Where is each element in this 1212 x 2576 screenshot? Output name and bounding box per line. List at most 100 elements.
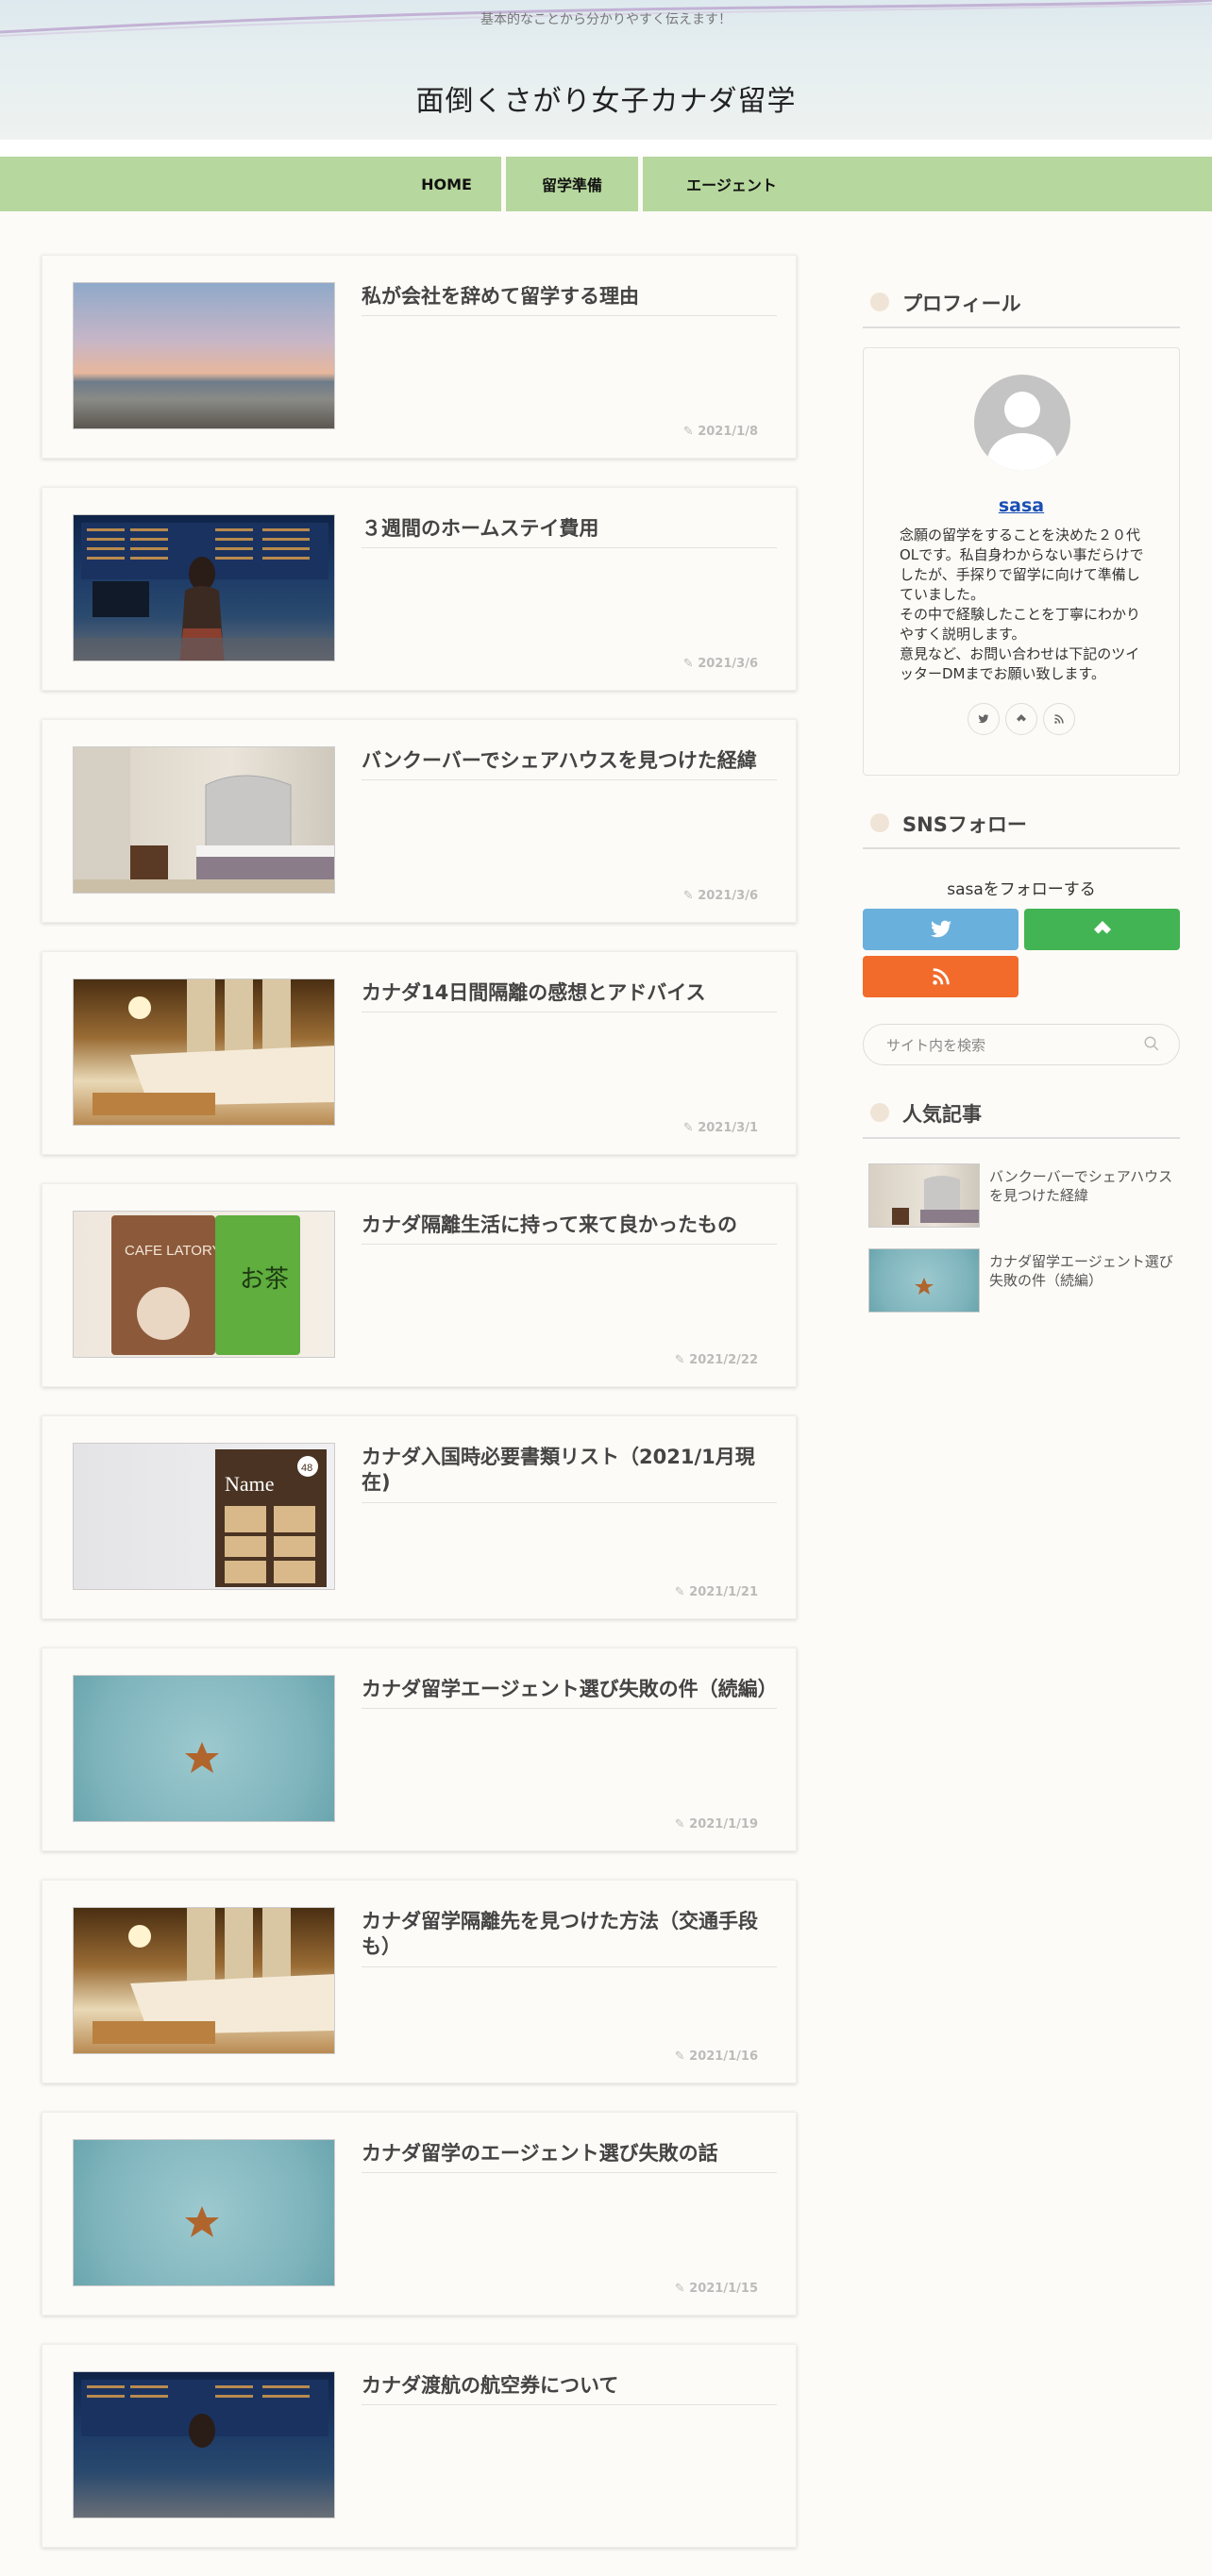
follow-text: sasaをフォローする <box>947 880 1096 899</box>
global-nav: HOME 留学準備 エージェント <box>0 157 1212 211</box>
pencil-icon: ✎ <box>674 2282 690 2296</box>
post-date: ✎ 2021/1/19 <box>674 1817 758 1832</box>
tea-brand-text: CAFE LATORY <box>125 1243 222 1259</box>
site-tagline: 基本的なことから分かりやすく伝えます！ <box>480 12 732 27</box>
post-date: ✎ 2021/3/6 <box>682 657 758 671</box>
post-title[interactable]: カナダ14日間隔離の感想とアドバイス <box>362 980 777 1013</box>
post-date: ✎ 2021/1/16 <box>674 2049 758 2064</box>
popular-title[interactable]: バンクーバーでシェアハウスを見つけた経緯 <box>989 1167 1180 1205</box>
feedly-icon <box>1093 921 1111 934</box>
pencil-icon: ✎ <box>682 889 699 903</box>
post-date: ✎ 2021/3/6 <box>682 889 758 903</box>
profile-heading: プロフィール <box>863 255 1180 328</box>
pencil-icon: ✎ <box>682 657 699 671</box>
pencil-icon: ✎ <box>674 1353 690 1367</box>
post-card[interactable]: CAFE LATORY お茶 カナダ隔離生活に持って来て良かったもの ✎ 202… <box>42 1183 797 1387</box>
post-date: ✎ 2021/1/15 <box>674 2282 758 2296</box>
post-card[interactable]: カナダ留学隔離先を見つけた方法（交通手段も） ✎ 2021/1/16 <box>42 1880 797 2083</box>
post-title[interactable]: カナダ留学エージェント選び失敗の件（続編） <box>362 1677 778 1710</box>
nav-item-home[interactable]: HOME <box>392 157 506 211</box>
post-card[interactable]: カナダ渡航の航空券について <box>42 2344 797 2548</box>
name-labels-scene: Name 48 <box>215 1449 327 1587</box>
pencil-icon: ✎ <box>682 1121 699 1135</box>
popular-item[interactable]: バンクーバーでシェアハウスを見つけた経緯 <box>863 1163 1180 1231</box>
header-streak <box>0 0 1212 37</box>
profile-name-link[interactable]: sasa <box>864 495 1179 516</box>
search-input[interactable]: サイト内を検索 <box>863 1024 1180 1065</box>
post-thumbnail-tea[interactable]: CAFE LATORY お茶 <box>73 1211 335 1358</box>
post-thumbnail-beach[interactable] <box>73 282 335 429</box>
tea-products-scene: CAFE LATORY お茶 <box>111 1215 300 1355</box>
post-thumbnail-hotel[interactable] <box>73 1907 335 2054</box>
twitter-follow-button[interactable] <box>863 909 1018 950</box>
post-thumbnail-room[interactable] <box>73 746 335 894</box>
post-card[interactable]: Name 48 カナダ入国時必要書類リスト（2021/1月現在) ✎ 2021/… <box>42 1415 797 1619</box>
post-list: 私が会社を辞めて留学する理由 ✎ 2021/1/8 ３週間のホームステイ費用 ✎… <box>42 255 797 2576</box>
post-card[interactable]: カナダ留学エージェント選び失敗の件（続編） ✎ 2021/1/19 <box>42 1648 797 1851</box>
post-title[interactable]: カナダ渡航の航空券について <box>362 2373 777 2406</box>
post-date: ✎ 2021/1/8 <box>682 425 758 439</box>
rss-icon <box>932 968 950 985</box>
room-scene <box>74 747 334 893</box>
pencil-icon: ✎ <box>674 2049 690 2064</box>
post-card[interactable]: ３週間のホームステイ費用 ✎ 2021/3/6 <box>42 487 797 691</box>
post-title[interactable]: カナダ留学隔離先を見つけた方法（交通手段も） <box>362 1909 777 1967</box>
feedly-icon[interactable] <box>1005 703 1037 735</box>
feedly-follow-button[interactable] <box>1024 909 1180 950</box>
popular-thumbnail-starfish[interactable] <box>868 1248 980 1313</box>
hotel-scene <box>93 1908 334 2044</box>
post-thumbnail-starfish[interactable] <box>73 1675 335 1822</box>
airport-scene <box>81 2380 328 2448</box>
twitter-icon <box>930 920 951 938</box>
twitter-icon[interactable] <box>968 703 1000 735</box>
profile-description: 念願の留学をすることを決めた２０代OLです。私自身わからない事だらけでしたが、手… <box>900 527 1144 682</box>
site-title[interactable]: 面倒くさがり女子カナダ留学 <box>0 77 1212 119</box>
sidebar: プロフィール sasa 念願の留学をすることを決めた２０代OLです。私自身わから… <box>863 255 1180 1316</box>
profile-social-icons <box>864 703 1179 735</box>
nav-item-agent[interactable]: エージェント <box>643 157 820 211</box>
post-date: ✎ 2021/3/1 <box>682 1121 758 1135</box>
name-label-text: Name <box>225 1472 275 1496</box>
post-date: ✎ 2021/2/22 <box>674 1353 758 1367</box>
post-title[interactable]: 私が会社を辞めて留学する理由 <box>362 284 777 317</box>
profile-card: sasa 念願の留学をすることを決めた２０代OLです。私自身わからない事だらけで… <box>863 347 1180 776</box>
post-thumbnail-airport[interactable] <box>73 2371 335 2518</box>
header-gap <box>0 140 1212 157</box>
pencil-icon: ✎ <box>674 1817 690 1832</box>
site-header: 基本的なことから分かりやすく伝えます！ 面倒くさがり女子カナダ留学 <box>0 0 1212 140</box>
rss-icon[interactable] <box>1043 703 1075 735</box>
pencil-icon: ✎ <box>682 425 699 439</box>
post-card[interactable]: カナダ14日間隔離の感想とアドバイス ✎ 2021/3/1 <box>42 951 797 1155</box>
airport-scene <box>74 523 334 661</box>
post-title[interactable]: カナダ入国時必要書類リスト（2021/1月現在) <box>362 1445 777 1503</box>
post-thumbnail-name-labels[interactable]: Name 48 <box>73 1443 335 1590</box>
sns-heading: SNSフォロー <box>863 776 1180 849</box>
post-card[interactable]: 私が会社を辞めて留学する理由 ✎ 2021/1/8 <box>42 255 797 459</box>
tea-kanji-text: お茶 <box>240 1265 289 1294</box>
post-title[interactable]: カナダ隔離生活に持って来て良かったもの <box>362 1213 777 1246</box>
search-placeholder: サイト内を検索 <box>886 1037 986 1054</box>
search-icon[interactable] <box>1143 1035 1160 1052</box>
hotel-scene <box>93 979 334 1115</box>
popular-item[interactable]: カナダ留学エージェント選び失敗の件（続編） <box>863 1248 1180 1316</box>
post-thumbnail-hotel[interactable] <box>73 979 335 1126</box>
post-card[interactable]: バンクーバーでシェアハウスを見つけた経緯 ✎ 2021/3/6 <box>42 719 797 923</box>
name-count-text: 48 <box>301 1463 312 1474</box>
popular-title[interactable]: カナダ留学エージェント選び失敗の件（続編） <box>989 1252 1180 1290</box>
starfish-scene <box>185 1742 219 1773</box>
rss-follow-button[interactable] <box>863 956 1018 997</box>
post-date: ✎ 2021/1/21 <box>674 1585 758 1599</box>
starfish-scene <box>185 2206 219 2237</box>
popular-heading: 人気記事 <box>863 1065 1180 1139</box>
post-title[interactable]: バンクーバーでシェアハウスを見つけた経緯 <box>362 748 777 781</box>
post-thumbnail-airport[interactable] <box>73 514 335 661</box>
nav-item-preparation[interactable]: 留学準備 <box>506 157 643 211</box>
post-title[interactable]: ３週間のホームステイ費用 <box>362 516 777 549</box>
pencil-icon: ✎ <box>674 1585 690 1599</box>
post-thumbnail-starfish[interactable] <box>73 2139 335 2286</box>
popular-thumbnail-room[interactable] <box>868 1163 980 1228</box>
post-title[interactable]: カナダ留学のエージェント選び失敗の話 <box>362 2141 777 2174</box>
avatar[interactable] <box>974 375 1070 471</box>
follow-buttons <box>863 909 1180 997</box>
post-card[interactable]: カナダ留学のエージェント選び失敗の話 ✎ 2021/1/15 <box>42 2112 797 2316</box>
